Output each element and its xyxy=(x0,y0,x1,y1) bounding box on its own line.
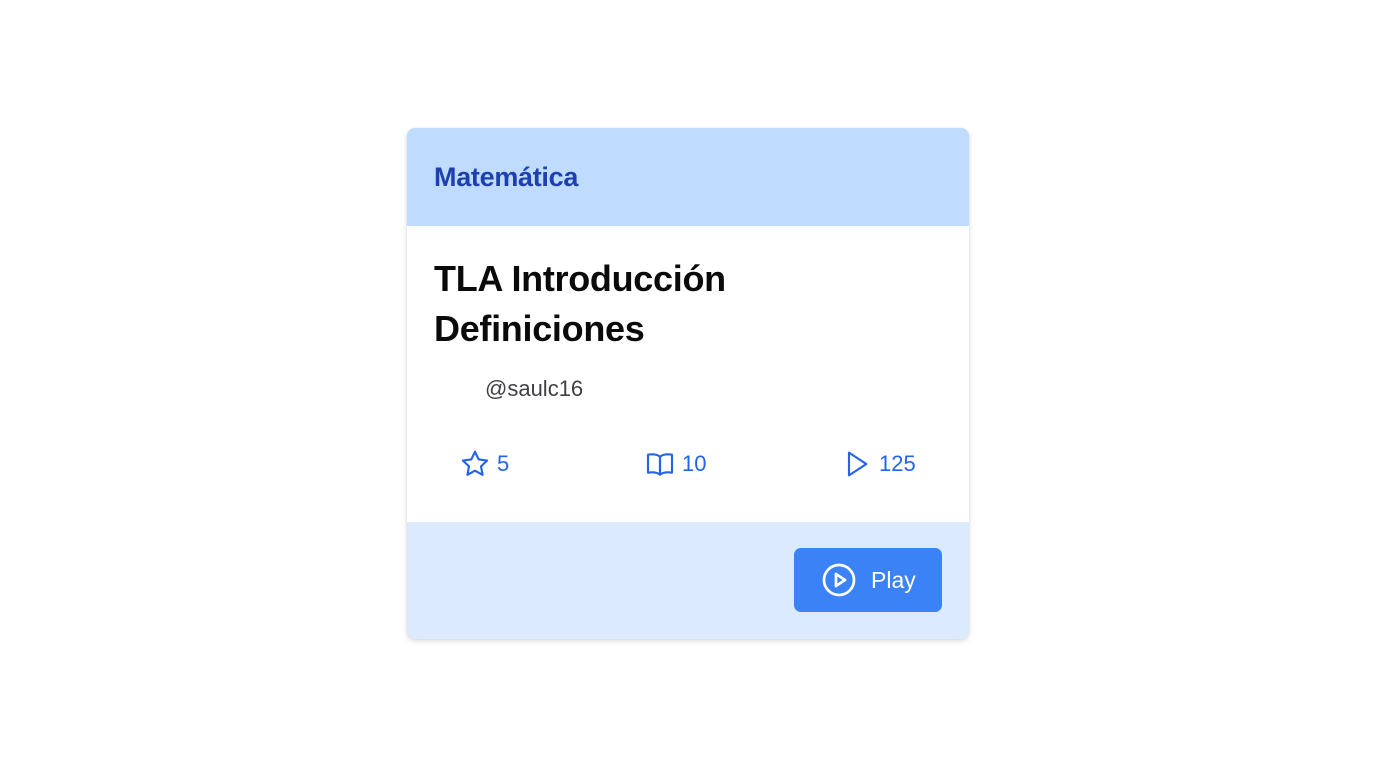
author-handle: @saulc16 xyxy=(485,376,584,401)
play-circle-icon xyxy=(822,563,856,597)
play-icon xyxy=(847,451,868,477)
star-icon xyxy=(461,450,489,476)
open-book-icon xyxy=(646,453,674,476)
cards-count: 10 xyxy=(682,451,707,476)
card-title: TLA Introducción Definiciones xyxy=(434,258,726,349)
quiz-card[interactable]: Matemática TLA Introducción Definiciones … xyxy=(407,128,969,639)
stars-stat: 5 xyxy=(459,448,509,480)
stars-count: 5 xyxy=(497,451,510,476)
card-footer: Play xyxy=(407,522,969,639)
play-button[interactable]: Play xyxy=(794,548,942,612)
cards-stat: 10 xyxy=(644,448,706,480)
plays-count: 125 xyxy=(879,451,916,476)
card-body: TLA Introducción Definiciones @saulc16 5 … xyxy=(407,226,969,522)
category-label: Matemática xyxy=(434,161,579,192)
plays-stat: 125 xyxy=(841,448,916,480)
card-header: Matemática xyxy=(407,128,969,226)
play-button-label: Play xyxy=(871,566,916,593)
stats-row: 5 10 125 xyxy=(407,448,969,480)
